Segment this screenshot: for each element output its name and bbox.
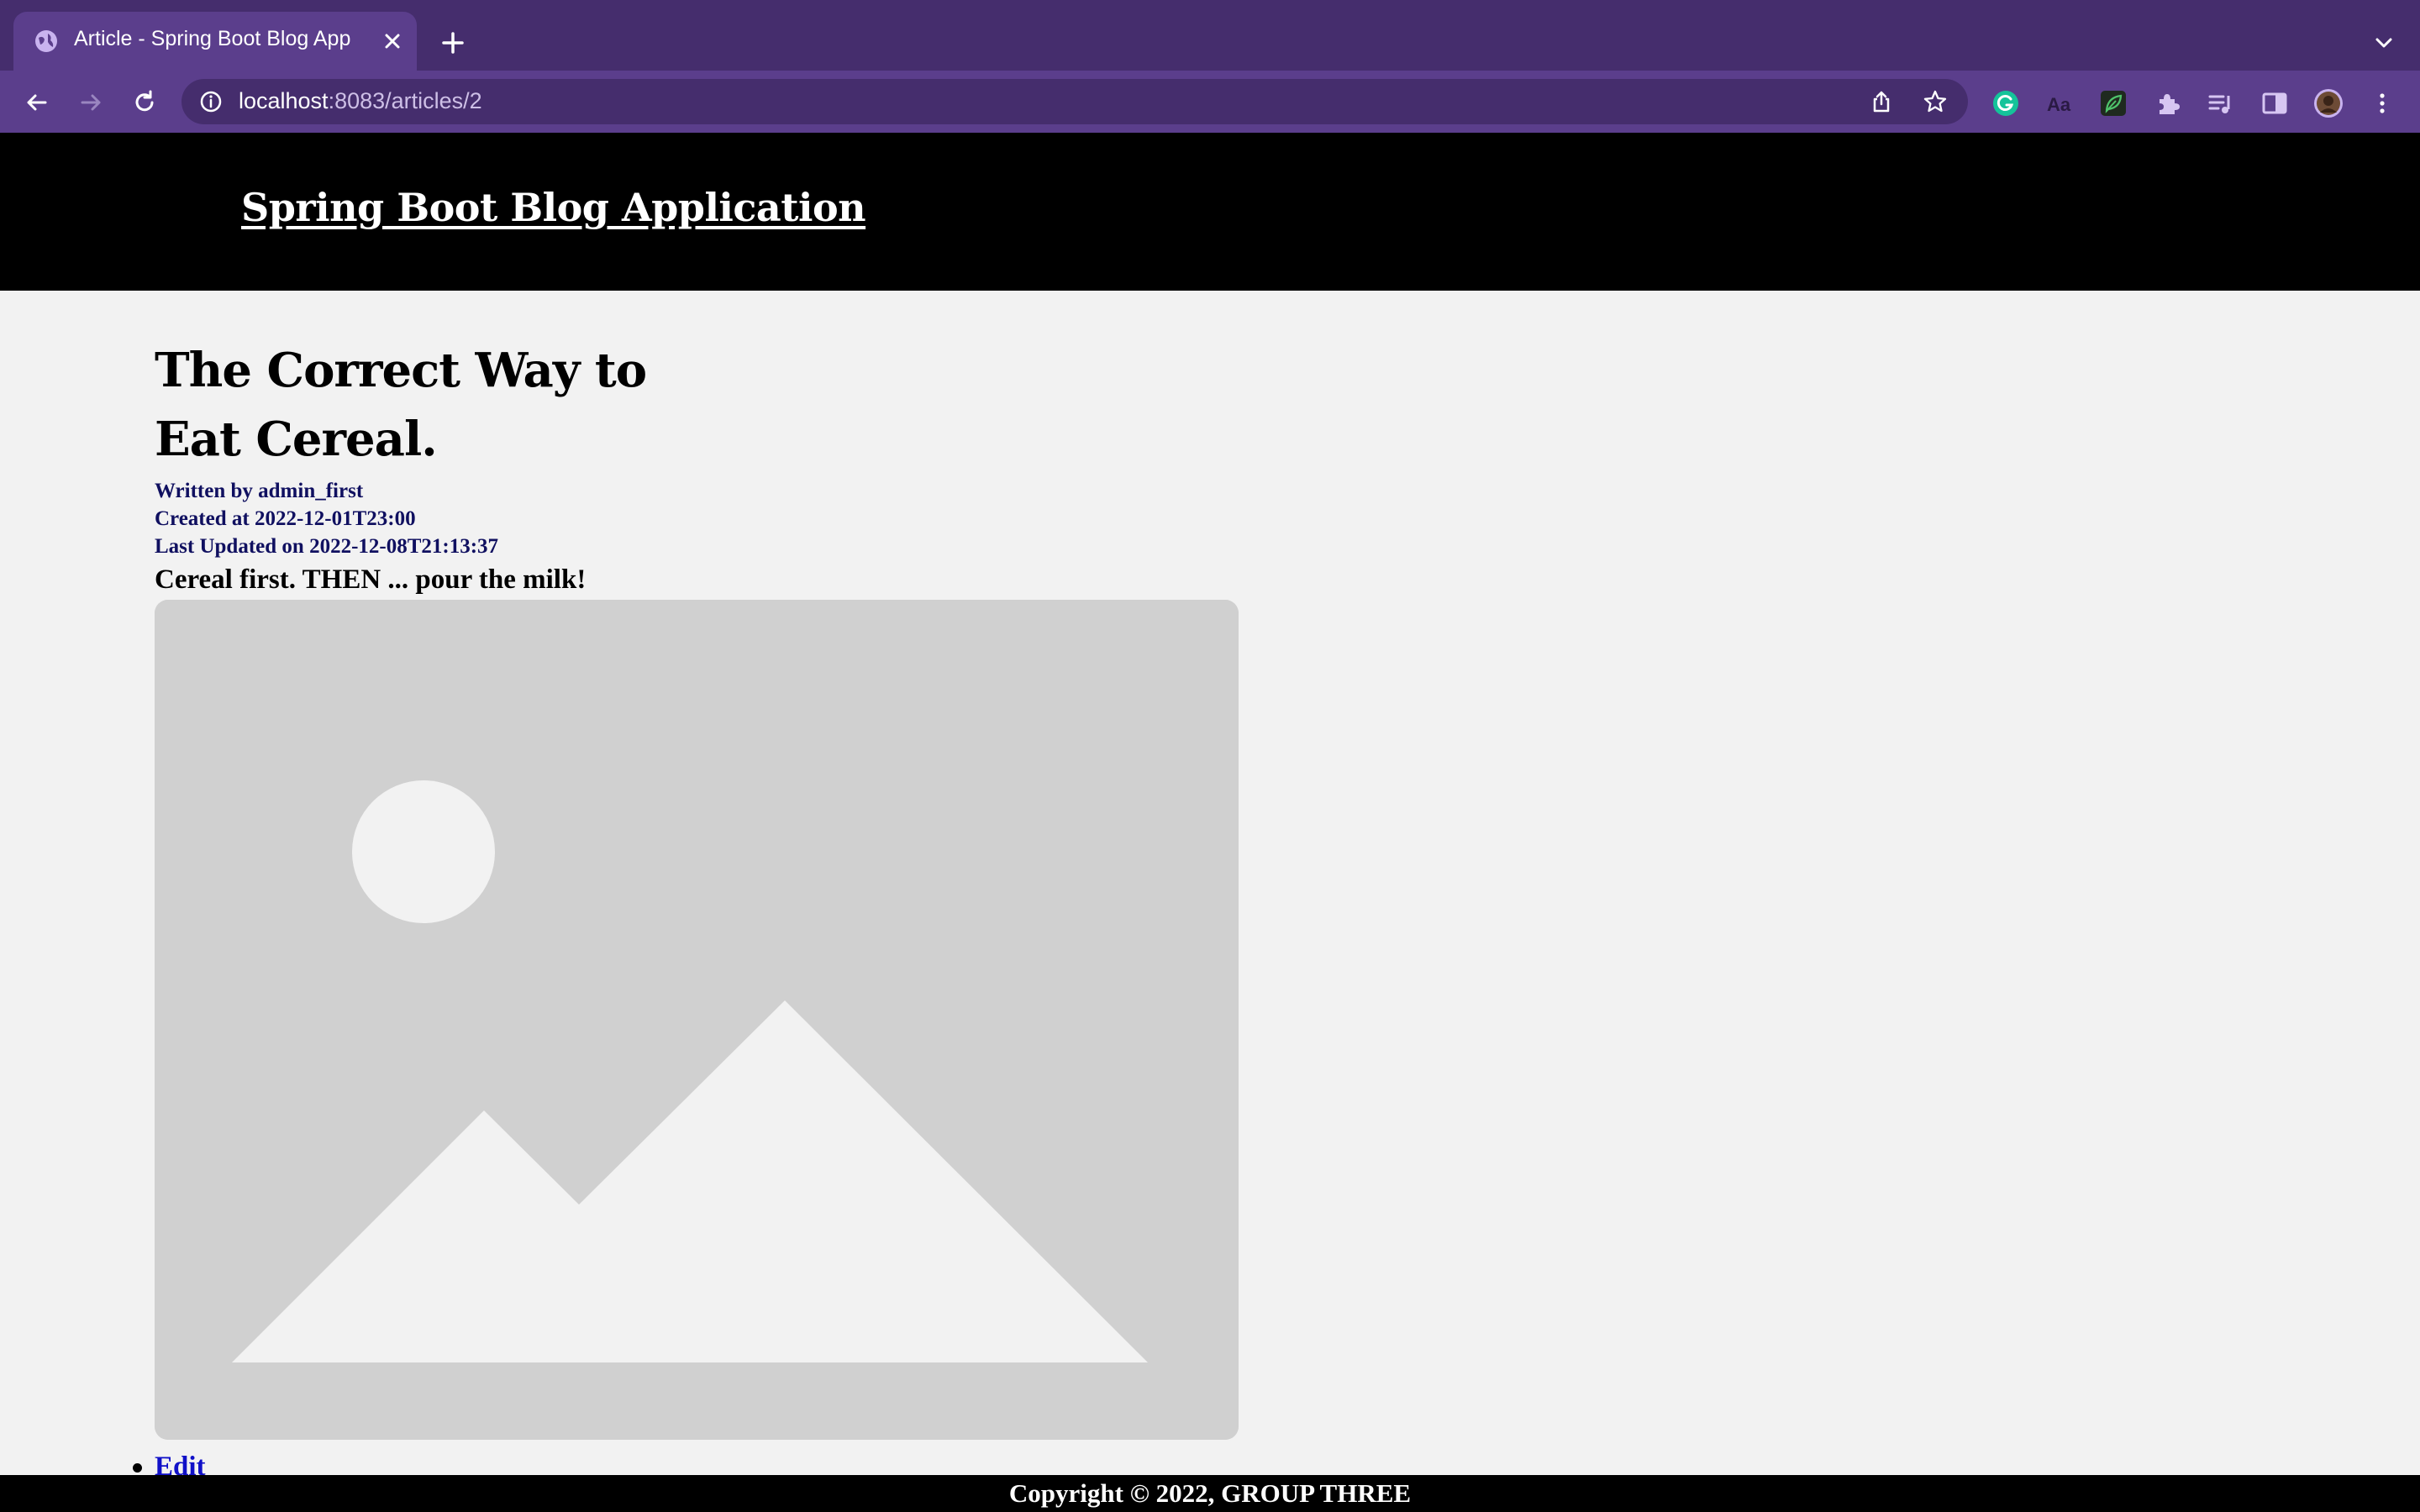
font-extension-icon[interactable]: Aa xyxy=(2045,89,2074,118)
puzzle-extensions-icon[interactable] xyxy=(2153,89,2181,118)
grammarly-extension-icon[interactable] xyxy=(1991,89,2020,118)
url-host: localhost xyxy=(239,88,329,113)
reload-icon[interactable] xyxy=(128,86,161,119)
article-created-date: Created at 2022-12-01T23:00 xyxy=(155,507,416,530)
address-url[interactable]: localhost:8083/articles/2 xyxy=(239,88,482,114)
tab-title: Article - Spring Boot Blog App xyxy=(74,27,351,50)
svg-text:Aa: Aa xyxy=(2047,94,2071,115)
info-icon[interactable] xyxy=(198,89,224,114)
media-queue-icon[interactable] xyxy=(2207,89,2235,118)
article-body: Cereal first. THEN ... pour the milk! xyxy=(155,564,587,595)
site-title-link[interactable]: Spring Boot Blog Application xyxy=(241,185,866,230)
close-icon[interactable] xyxy=(380,29,405,54)
copyright-text: Copyright © 2022, GROUP THREE xyxy=(1008,1478,1412,1508)
chevron-down-icon[interactable] xyxy=(2370,29,2398,57)
site-header: Spring Boot Blog Application xyxy=(0,133,2420,291)
article: The Correct Way to Eat Cereal. Written b… xyxy=(155,336,1247,596)
image-placeholder-icon xyxy=(155,600,1239,1440)
browser-tabstrip: Article - Spring Boot Blog App xyxy=(0,0,2420,71)
new-tab-plus-icon[interactable] xyxy=(439,29,467,57)
browser-toolbar: localhost:8083/articles/2 Aa xyxy=(0,71,2420,133)
browser-tab-active[interactable]: Article - Spring Boot Blog App xyxy=(13,12,417,71)
bullet-icon xyxy=(133,1463,142,1473)
more-vertical-icon[interactable] xyxy=(2368,89,2396,118)
back-arrow-icon[interactable] xyxy=(20,86,54,119)
bookmark-star-icon[interactable] xyxy=(1923,89,1948,114)
article-title: The Correct Way to Eat Cereal. xyxy=(155,343,647,467)
article-author: Written by admin_first xyxy=(155,480,364,502)
url-path: :8083/articles/2 xyxy=(328,88,482,113)
profile-avatar[interactable] xyxy=(2314,89,2343,118)
leaf-extension-icon[interactable] xyxy=(2099,89,2128,118)
side-panel-icon[interactable] xyxy=(2260,89,2289,118)
globe-icon xyxy=(34,29,59,54)
forward-arrow-icon[interactable] xyxy=(74,86,108,119)
article-updated-date: Last Updated on 2022-12-08T21:13:37 xyxy=(155,535,499,558)
site-footer: Copyright © 2022, GROUP THREE xyxy=(0,1475,2420,1512)
share-icon[interactable] xyxy=(1869,89,1894,114)
address-bar[interactable]: localhost:8083/articles/2 xyxy=(182,79,1968,124)
